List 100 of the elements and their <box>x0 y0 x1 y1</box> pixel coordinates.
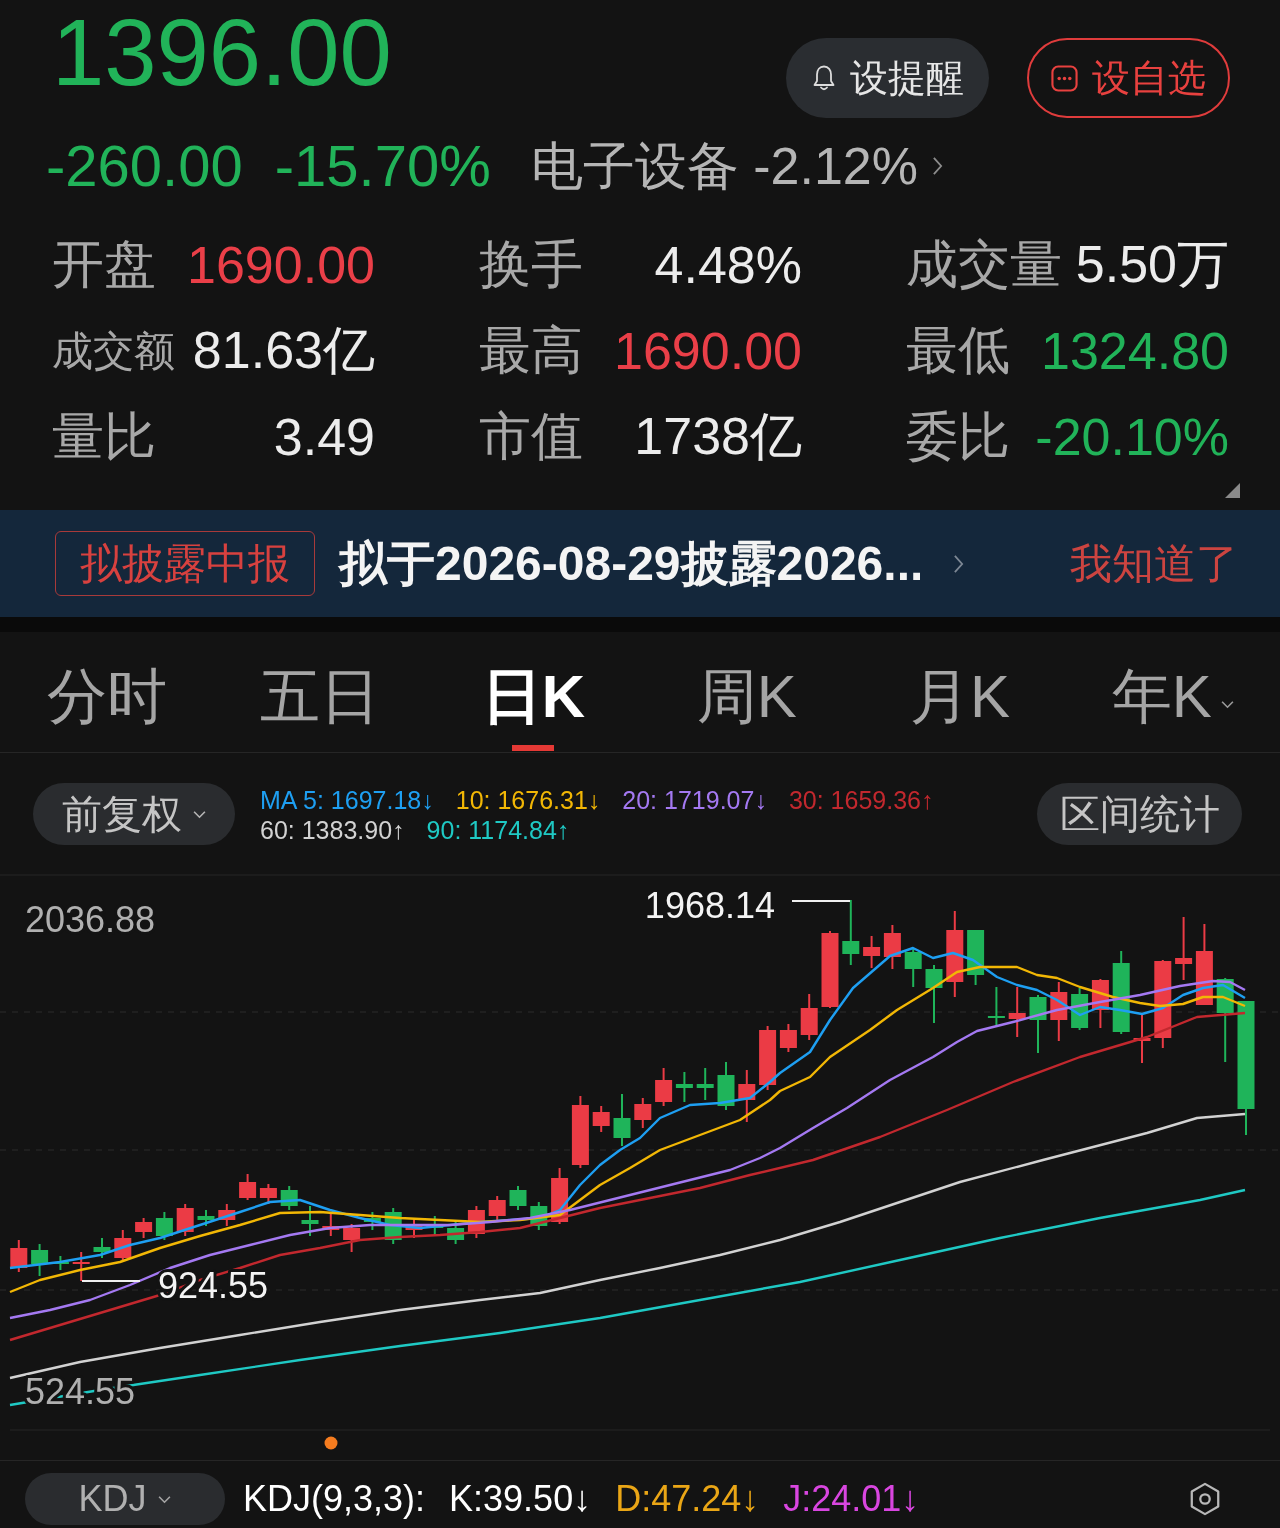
notice-tag: 拟披露中报 <box>55 531 315 596</box>
last-price: 1396.00 <box>52 6 392 100</box>
candlestick <box>551 1167 569 1225</box>
candlestick <box>10 1239 28 1273</box>
candlestick <box>447 1221 465 1245</box>
high-price-label: 1968.14 <box>644 885 775 926</box>
stat-value: 3.49 <box>273 407 375 467</box>
candlestick <box>176 1203 194 1237</box>
leader-line <box>791 900 851 902</box>
stat-label: 成交量 <box>906 234 1062 295</box>
candlestick <box>613 1093 631 1147</box>
stat-label: 最低 <box>906 320 1010 381</box>
price-change: -260.00 <box>46 136 243 196</box>
candlestick <box>863 935 881 969</box>
settings-icon[interactable] <box>1188 1482 1222 1516</box>
candlestick <box>280 1185 298 1211</box>
candlestick <box>135 1217 153 1239</box>
candlestick <box>509 1185 527 1211</box>
dot-icon[interactable] <box>324 1436 338 1450</box>
candlestick <box>530 1201 548 1231</box>
candlestick <box>72 1251 90 1282</box>
stat-value: 5.50万 <box>1075 234 1229 295</box>
adjust-dropdown[interactable]: 前复权 <box>33 783 235 845</box>
bell-icon <box>811 64 836 92</box>
candlestick <box>1091 978 1109 1029</box>
candlestick <box>197 1209 215 1227</box>
candlestick <box>800 993 818 1041</box>
candlestick <box>675 1071 693 1103</box>
period-tab[interactable]: 日K <box>426 632 640 752</box>
period-tab[interactable]: 年K <box>1066 632 1280 752</box>
stat-label: 成交额 <box>52 326 175 376</box>
candlestick <box>925 964 943 1024</box>
candlestick <box>883 924 901 970</box>
candlestick <box>592 1105 610 1133</box>
moving-average-value: MA 5: 1697.18↓ <box>260 785 434 815</box>
candlestick <box>842 899 860 966</box>
stat-label: 委比 <box>906 406 1010 467</box>
candlestick <box>31 1243 49 1277</box>
period-tab[interactable]: 周K <box>640 632 854 752</box>
stat-label: 市值 <box>479 406 583 467</box>
range-stats-button[interactable]: 区间统计 <box>1037 783 1242 845</box>
candlestick <box>904 947 922 988</box>
stat-label: 开盘 <box>52 234 156 295</box>
stat-value: 1738亿 <box>634 406 802 467</box>
stat-value: 1690.00 <box>614 321 802 381</box>
stat-value: -20.10% <box>1035 407 1229 467</box>
notice-link[interactable]: 拟于2026-08-29披露2026... <box>339 531 1070 596</box>
candlestick <box>218 1203 236 1227</box>
candlestick <box>1008 986 1026 1038</box>
candlestick <box>259 1183 277 1205</box>
candlestick <box>655 1067 673 1107</box>
watchlist-button[interactable]: 设自选 <box>1027 38 1230 118</box>
candlestick <box>1050 981 1068 1042</box>
moving-average-value: 90: 1174.84↑ <box>426 815 570 845</box>
leader-line <box>81 1280 141 1282</box>
candlestick <box>987 986 1005 1026</box>
dots-square-icon <box>1051 64 1078 92</box>
indicator-value: D:47.24↓ <box>615 1477 760 1521</box>
percent-change: -15.70% <box>274 136 491 196</box>
price-axis-label: 2036.88 <box>25 899 156 940</box>
candlestick <box>467 1205 485 1239</box>
moving-average-value: 20: 1719.07↓ <box>622 785 767 815</box>
candlestick <box>363 1211 381 1231</box>
candlestick <box>634 1097 652 1129</box>
candlestick <box>759 1025 777 1091</box>
stat-value: 1324.80 <box>1041 321 1229 381</box>
candlestick <box>322 1213 340 1237</box>
candlestick <box>239 1173 257 1201</box>
candlestick <box>384 1207 402 1245</box>
candlestick <box>343 1223 361 1253</box>
alert-button[interactable]: 设提醒 <box>786 38 989 118</box>
caret-icon <box>156 1494 172 1504</box>
candlestick <box>114 1229 132 1263</box>
candlestick <box>717 1061 735 1111</box>
caret-icon <box>191 809 207 819</box>
indicator-value: J:24.01↓ <box>783 1477 920 1521</box>
period-tab[interactable]: 月K <box>853 632 1067 752</box>
candlestick <box>405 1217 423 1239</box>
moving-average-value: 60: 1383.90↑ <box>260 815 405 845</box>
candlestick <box>779 1023 797 1053</box>
moving-average-value: 10: 1676.31↓ <box>455 785 601 815</box>
candlestick <box>738 1069 756 1123</box>
candlestick <box>301 1205 319 1237</box>
indicator-value: K:39.50↓ <box>449 1477 592 1521</box>
candlestick <box>1133 1012 1151 1064</box>
candlestick <box>1175 916 1193 981</box>
stat-value: 4.48% <box>654 235 802 295</box>
sector-link[interactable]: 电子设备 -2.12% <box>530 136 943 196</box>
candlestick <box>93 1237 111 1259</box>
stat-value: 81.63亿 <box>192 320 375 381</box>
moving-average-value: 30: 1659.36↑ <box>788 785 934 815</box>
period-tab[interactable]: 五日 <box>213 632 427 752</box>
candlestick <box>155 1211 173 1241</box>
stat-label: 换手 <box>479 234 583 295</box>
period-tab[interactable]: 分时 <box>0 632 214 752</box>
indicator-dropdown[interactable]: KDJ <box>25 1473 225 1525</box>
triangle-icon[interactable] <box>1225 483 1240 498</box>
stat-value: 1690.00 <box>187 235 375 295</box>
chevron-icon <box>931 156 943 176</box>
indicator-title: KDJ(9,3,3): <box>243 1477 426 1521</box>
